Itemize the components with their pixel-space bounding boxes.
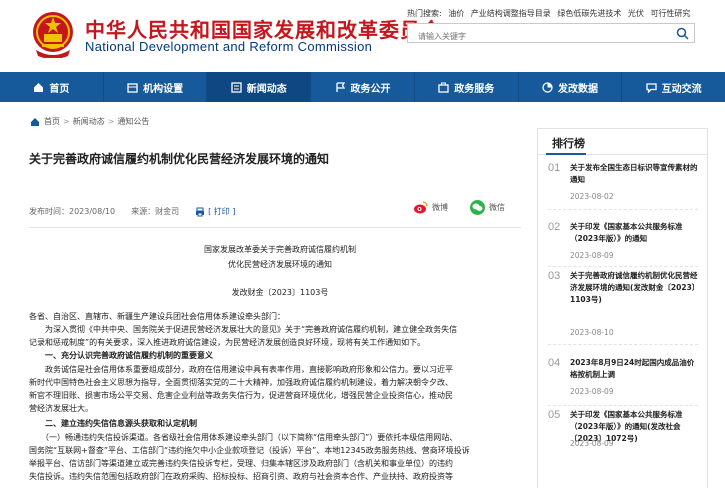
main-nav: 首页 机构设置 新闻动态 政务公开 政务服务 发改数据 互动交流 — [0, 72, 725, 102]
section-heading: 二、建立违约失信信息源头获取和认定机制 — [29, 419, 197, 428]
nav-interaction[interactable]: 互动交流 — [622, 72, 725, 102]
divider — [548, 266, 698, 267]
site-header: 中华人民共和国国家发展和改革委员会 National Development a… — [0, 0, 725, 72]
nav-data[interactable]: 发改数据 — [519, 72, 623, 102]
body-line: 国务院“互联网+督查”平台、工信部门“违约拖欠中小企业款项登记（投诉）平台”、本… — [29, 446, 470, 455]
hot-term[interactable]: 光伏 — [628, 9, 644, 18]
breadcrumb-notices[interactable]: 通知公告 — [117, 116, 149, 127]
site-title-en[interactable]: National Development and Reform Commissi… — [85, 39, 372, 54]
hot-term[interactable]: 可行性研究 — [650, 9, 690, 18]
weibo-label[interactable]: 微博 — [432, 202, 448, 213]
body-line: 各省、自治区、直辖市、新疆生产建设兵团社会信用体系建设牵头部门： — [29, 312, 285, 321]
breadcrumb-home[interactable]: 首页 — [44, 116, 60, 127]
publish-date: 发布时间：2023/08/10 — [29, 207, 116, 216]
service-icon — [438, 82, 449, 93]
body-line: 记录和惩戒制度”的有关要求，深入推进政府诚信建设，为民营经济发展创造良好环境，现… — [29, 338, 426, 347]
body-line: 政务诚信是社会信用体系重要组成部分，政府在信用建设中具有表率作用，直接影响政府形… — [29, 365, 453, 374]
hot-search-label: 热门搜索: — [407, 9, 442, 18]
national-emblem-icon[interactable] — [30, 10, 76, 58]
search-box — [407, 23, 695, 46]
ranking-title: 排行榜 — [552, 137, 585, 150]
section-heading: 一、充分认识完善政府诚信履约机制的重要意义 — [29, 351, 213, 360]
nav-label: 发改数据 — [557, 83, 598, 95]
wechat-label[interactable]: 微信 — [489, 202, 505, 213]
rank-number: 02 — [548, 221, 561, 233]
hot-term[interactable]: 产业结构调整指导目录 — [471, 9, 551, 18]
weibo-icon[interactable] — [413, 200, 428, 215]
divider — [548, 344, 698, 345]
rank-link[interactable]: 2023年8月9日24时起国内成品油价格按机制上调 — [570, 357, 700, 381]
rank-number: 04 — [548, 357, 561, 369]
home-icon — [31, 117, 39, 126]
rank-date: 2023-08-09 — [570, 251, 614, 260]
share-bar: 微博 微信 — [413, 200, 505, 215]
rank-date: 2023-08-09 — [570, 387, 614, 396]
breadcrumb: 首页 > 新闻动态 > 通知公告 — [30, 116, 149, 127]
rank-link[interactable]: 关于发布全国生态日标识等宣传素材的通知 — [570, 162, 700, 186]
print-button[interactable]: [ 打印 ] — [195, 206, 251, 217]
home-icon — [34, 82, 44, 92]
nav-gov-affairs[interactable]: 政务公开 — [311, 72, 415, 102]
body-line: （一）畅通违约失信投诉渠道。各省级社会信用体系建设牵头部门（以下简称“信用牵头部… — [29, 433, 458, 442]
nav-news[interactable]: 新闻动态 — [207, 72, 312, 102]
hot-term[interactable]: 绿色低碳先进技术 — [557, 9, 621, 18]
hot-search: 热门搜索: 油价 产业结构调整指导目录 绿色低碳先进技术 光伏 可行性研究 — [407, 8, 694, 19]
breadcrumb-separator: > — [107, 117, 115, 126]
rank-date: 2023-08-10 — [570, 328, 614, 337]
rank-link[interactable]: 关于完善政府诚信履约机制优化民营经济发展环境的通知(发改财金〔2023〕1103… — [570, 270, 700, 306]
rank-date: 2023-08-02 — [570, 192, 614, 201]
divider — [29, 227, 521, 228]
nav-label: 互动交流 — [661, 83, 702, 95]
nav-services[interactable]: 政务服务 — [415, 72, 519, 102]
ranking-panel: 排行榜 01 关于发布全国生态日标识等宣传素材的通知 2023-08-02 02… — [537, 128, 708, 488]
wechat-icon[interactable] — [470, 200, 485, 215]
rank-number: 03 — [548, 270, 561, 282]
title-underline — [546, 153, 586, 155]
body-line: 失信投诉。违约失信范围包括政府部门在政府采购、招标投标、招商引资、政府与社会资本… — [29, 472, 453, 481]
body-line: 为深入贯彻《中共中央、国务院关于促进民营经济发展壮大的意见》关于“完善政府诚信履… — [29, 325, 458, 334]
nav-label: 新闻动态 — [246, 83, 287, 95]
doc-title-line-1: 国家发展改革委关于完善政府诚信履约机制 — [204, 245, 356, 254]
article-source: 来源：财金司 — [131, 207, 180, 216]
nav-label: 机构设置 — [143, 83, 184, 95]
hot-term[interactable]: 油价 — [448, 9, 464, 18]
rank-link[interactable]: 关于印发《国家基本公共服务标准（2023年版）》的通知 — [570, 221, 700, 245]
breadcrumb-news[interactable]: 新闻动态 — [73, 116, 105, 127]
search-icon[interactable] — [676, 27, 689, 40]
doc-number: 发改财金〔2023〕1103号 — [231, 288, 329, 297]
flag-icon — [335, 81, 345, 92]
divider — [548, 405, 698, 406]
body-line: 新时代中国特色社会主义思想为指导，全面贯彻落实党的二十大精神，加强政府诚信履约机… — [29, 378, 453, 387]
org-icon — [127, 82, 138, 93]
print-label: [ 打印 ] — [208, 207, 236, 216]
article-meta: 发布时间：2023/08/10 来源：财金司 [ 打印 ] — [29, 206, 267, 217]
nav-label: 首页 — [49, 83, 70, 95]
breadcrumb-separator: > — [63, 117, 70, 126]
article-title: 关于完善政府诚信履约机制优化民营经济发展环境的通知 — [29, 152, 330, 166]
printer-icon — [196, 207, 205, 216]
rank-date: 2023-08-09 — [570, 439, 614, 448]
chat-icon — [646, 82, 657, 93]
body-line: 举报平台、信访部门等渠道建立或完善违约失信投诉专栏，受理、归集本辖区涉及政府部门… — [29, 459, 453, 468]
search-input[interactable] — [408, 27, 668, 46]
rank-number: 05 — [548, 409, 561, 421]
data-icon — [542, 81, 553, 93]
body-line: 新官不理旧账、损害市场公平交易、危害企业利益等政务失信行为，促进营商环境优化，增… — [29, 391, 453, 400]
doc-title-line-2: 优化民营经济发展环境的通知 — [228, 260, 332, 269]
nav-label: 政务服务 — [454, 83, 495, 95]
nav-home[interactable]: 首页 — [0, 72, 104, 102]
nav-label: 政务公开 — [350, 83, 391, 95]
nav-org[interactable]: 机构设置 — [104, 72, 208, 102]
body-line: 营经济发展壮大。 — [29, 404, 93, 413]
news-icon — [231, 81, 242, 93]
rank-number: 01 — [548, 162, 561, 174]
divider — [548, 209, 698, 210]
